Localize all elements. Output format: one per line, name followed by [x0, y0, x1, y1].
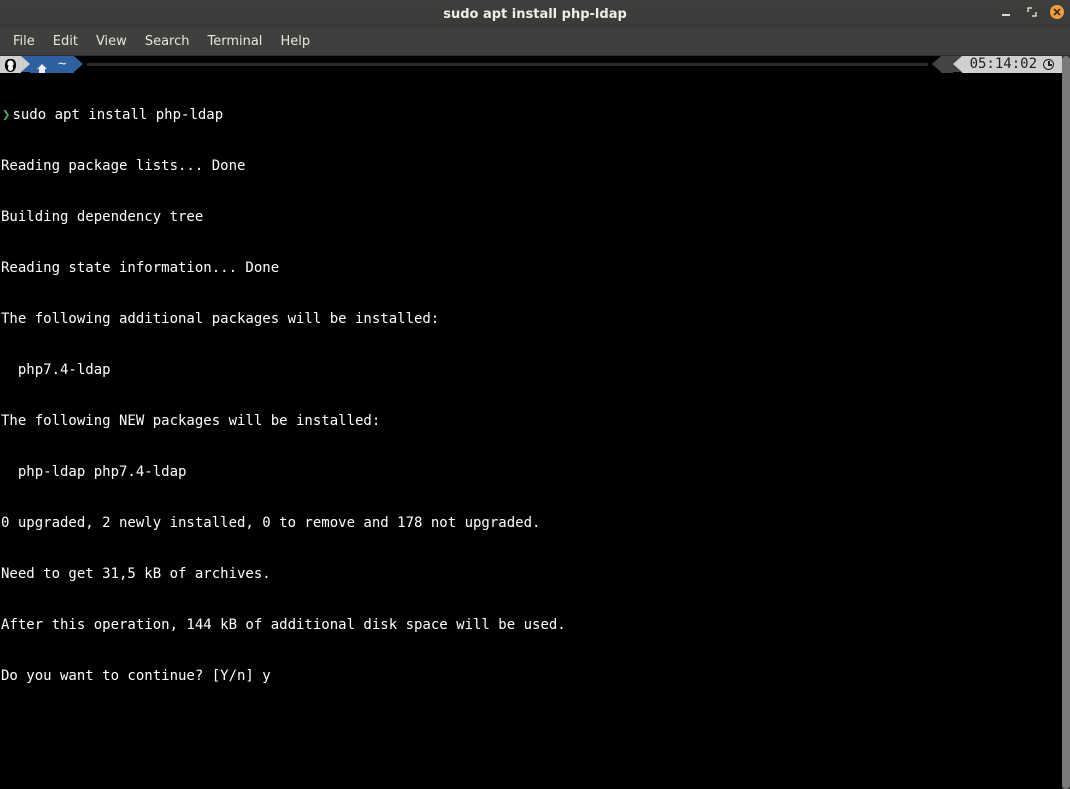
segment-separator-icon	[74, 56, 83, 72]
clock-time: 05:14:02	[970, 56, 1037, 73]
segment-separator-icon	[932, 56, 941, 72]
clock-icon	[1043, 59, 1054, 70]
output-line: Reading state information... Done	[1, 260, 1061, 277]
powerline-status: ~ 05:14:02	[0, 56, 1062, 73]
command-text: sudo apt install php-ldap	[12, 107, 223, 124]
minimize-icon	[1000, 6, 1012, 18]
terminal-container: ~ 05:14:02 ❯ sudo apt install php-ldap R…	[0, 56, 1070, 789]
output-line: The following NEW packages will be insta…	[1, 413, 1061, 430]
menubar: File Edit View Search Terminal Help	[0, 28, 1070, 56]
close-icon	[1053, 8, 1061, 16]
output-line: Reading package lists... Done	[1, 158, 1061, 175]
os-segment	[0, 56, 21, 73]
menu-help[interactable]: Help	[271, 30, 319, 53]
menu-file[interactable]: File	[4, 30, 44, 53]
menu-search[interactable]: Search	[136, 30, 199, 53]
window-titlebar: sudo apt install php-ldap	[0, 0, 1070, 28]
prompt-glyph: ❯	[1, 107, 12, 124]
maximize-button[interactable]	[1024, 4, 1040, 20]
output-line: Building dependency tree	[1, 209, 1061, 226]
prompt-line: ❯ sudo apt install php-ldap	[1, 107, 1061, 124]
home-icon	[37, 59, 47, 70]
grey-segment	[941, 56, 953, 73]
segment-separator-icon	[953, 56, 962, 72]
output-line: 0 upgraded, 2 newly installed, 0 to remo…	[1, 515, 1061, 532]
status-fill	[87, 63, 927, 66]
menu-terminal[interactable]: Terminal	[198, 30, 271, 53]
window-controls	[998, 4, 1064, 20]
scrollbar-thumb[interactable]	[1062, 56, 1070, 789]
path-segment: ~	[54, 56, 74, 73]
minimize-button[interactable]	[998, 4, 1014, 20]
terminal-body: ❯ sudo apt install php-ldap Reading pack…	[0, 73, 1062, 719]
output-line: Do you want to continue? [Y/n] y	[1, 668, 1061, 685]
output-line: Need to get 31,5 kB of archives.	[1, 566, 1061, 583]
output-line: After this operation, 144 kB of addition…	[1, 617, 1061, 634]
output-line: php7.4-ldap	[1, 362, 1061, 379]
terminal[interactable]: ~ 05:14:02 ❯ sudo apt install php-ldap R…	[0, 56, 1062, 789]
output-line: The following additional packages will b…	[1, 311, 1061, 328]
menu-view[interactable]: View	[87, 30, 136, 53]
window-title: sudo apt install php-ldap	[0, 7, 1070, 22]
tux-icon	[5, 59, 16, 72]
status-right: 05:14:02	[932, 56, 1062, 73]
clock-segment: 05:14:02	[962, 56, 1062, 73]
home-segment	[30, 56, 54, 73]
output-line: php-ldap php7.4-ldap	[1, 464, 1061, 481]
segment-separator-icon	[21, 56, 30, 72]
close-button[interactable]	[1050, 5, 1064, 19]
maximize-icon	[1026, 6, 1038, 18]
scrollbar[interactable]	[1062, 56, 1070, 789]
menu-edit[interactable]: Edit	[44, 30, 87, 53]
